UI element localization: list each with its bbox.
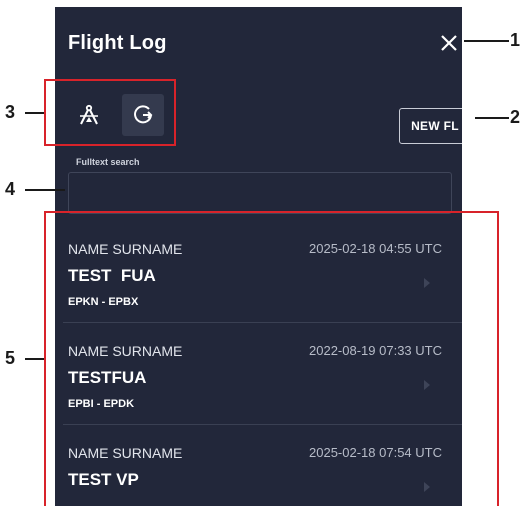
callout-number-5: 5 xyxy=(5,348,16,368)
callout-line-3 xyxy=(25,112,44,114)
callout-number-4: 4 xyxy=(5,179,16,199)
callout-line-2 xyxy=(475,117,509,119)
callout-line-5 xyxy=(25,358,44,360)
page-title: Flight Log xyxy=(68,32,167,54)
callout-number-2: 2 xyxy=(510,107,521,127)
callout-box-5 xyxy=(44,211,499,506)
callout-line-4 xyxy=(25,189,65,191)
search-input[interactable] xyxy=(68,172,452,214)
new-flight-button[interactable]: NEW FL xyxy=(399,108,462,144)
close-icon xyxy=(441,35,457,51)
callout-number-3: 3 xyxy=(5,102,16,122)
callout-line-1 xyxy=(464,40,509,42)
close-button[interactable] xyxy=(438,32,460,54)
search-label: Fulltext search xyxy=(76,157,140,167)
callout-number-1: 1 xyxy=(510,30,521,50)
callout-box-3 xyxy=(44,79,176,146)
